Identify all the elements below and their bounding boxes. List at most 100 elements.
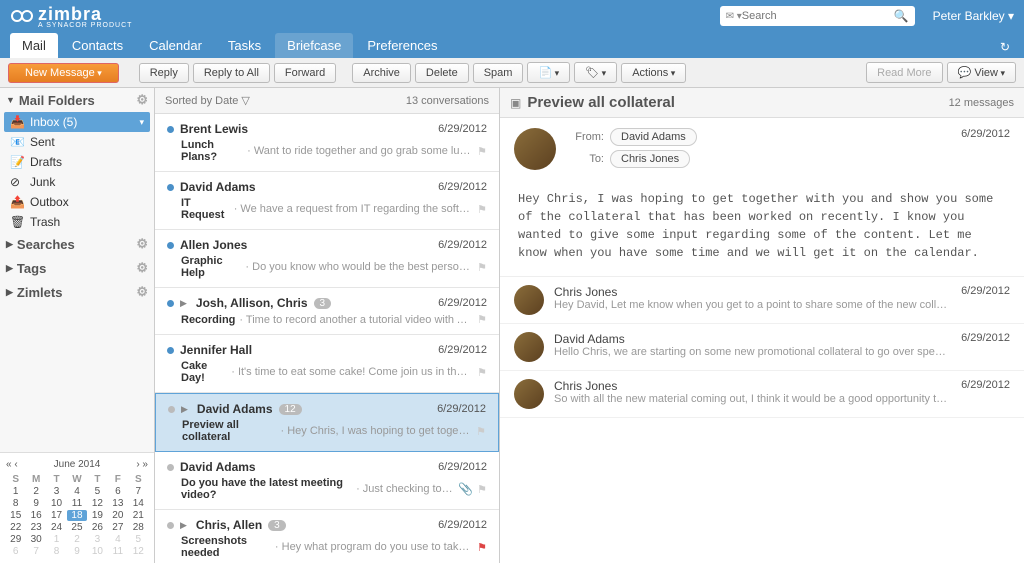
cal-day[interactable]: 30 (26, 534, 45, 545)
flag-icon[interactable]: ⚑ (477, 203, 487, 216)
search-box[interactable]: ✉ ▾ 🔍 (720, 6, 915, 26)
sidebar-folder-inbox[interactable]: 📥Inbox (5)▾ (4, 112, 150, 132)
cal-day[interactable]: 4 (67, 486, 86, 497)
cal-day[interactable]: 15 (6, 510, 25, 521)
search-icon[interactable]: 🔍 (894, 9, 909, 23)
tab-mail[interactable]: Mail (10, 33, 58, 58)
gear-icon[interactable]: ⚙ (136, 284, 148, 300)
delete-button[interactable]: Delete (415, 63, 469, 83)
flag-icon[interactable]: ⚑ (477, 483, 487, 496)
tab-contacts[interactable]: Contacts (60, 33, 135, 58)
cal-day[interactable]: 4 (108, 534, 127, 545)
expand-toggle-icon[interactable]: ▣ (510, 96, 521, 110)
cal-day[interactable]: 26 (88, 522, 107, 533)
actions-button[interactable]: Actions (621, 63, 686, 83)
refresh-icon[interactable]: ↻ (996, 36, 1014, 58)
cal-day[interactable]: 6 (6, 546, 25, 557)
from-chip[interactable]: David Adams (610, 128, 697, 146)
tab-calendar[interactable]: Calendar (137, 33, 214, 58)
thread-item[interactable]: Chris Jones So with all the new material… (500, 371, 1024, 418)
cal-day[interactable]: 25 (67, 522, 86, 533)
read-more-button[interactable]: Read More (866, 62, 942, 83)
thread-item[interactable]: David Adams Hello Chris, we are starting… (500, 324, 1024, 371)
new-message-button[interactable]: New Message (8, 63, 119, 83)
flag-icon[interactable]: ⚑ (476, 425, 486, 438)
cal-day[interactable]: 22 (6, 522, 25, 533)
sidebar-section[interactable]: ▶Tags⚙ (0, 256, 154, 280)
spam-button[interactable]: Spam (473, 63, 524, 83)
tag-button[interactable]: 🏷 (574, 62, 617, 83)
thread-item[interactable]: Chris Jones Hey David, Let me know when … (500, 277, 1024, 324)
cal-day[interactable]: 11 (67, 498, 86, 509)
flag-icon[interactable]: ⚑ (477, 313, 487, 326)
cal-day[interactable]: 3 (88, 534, 107, 545)
cal-day[interactable]: 12 (129, 546, 148, 557)
cal-day[interactable]: 9 (26, 498, 45, 509)
gear-icon[interactable]: ⚙ (136, 92, 148, 108)
cal-day[interactable]: 5 (88, 486, 107, 497)
flag-icon[interactable]: ⚑ (477, 366, 487, 379)
cal-day[interactable]: 9 (67, 546, 86, 557)
cal-day[interactable]: 2 (26, 486, 45, 497)
cal-day[interactable]: 29 (6, 534, 25, 545)
sidebar-folder-sent[interactable]: 📧Sent (4, 132, 150, 152)
cal-day[interactable]: 8 (6, 498, 25, 509)
cal-day[interactable]: 21 (129, 510, 148, 521)
sidebar-folder-drafts[interactable]: 📝Drafts (4, 152, 150, 172)
mail-folders-header[interactable]: ▼ Mail Folders ⚙ (0, 88, 154, 112)
chevron-right-icon[interactable]: ▶ (180, 520, 187, 531)
cal-day[interactable]: 18 (67, 510, 86, 521)
cal-day[interactable]: 7 (129, 486, 148, 497)
flag-icon[interactable]: ⚑ (477, 145, 487, 158)
sort-by[interactable]: Sorted by Date ▽ (165, 94, 250, 107)
user-menu[interactable]: Peter Barkley ▾ (925, 9, 1014, 23)
cal-day[interactable]: 5 (129, 534, 148, 545)
sidebar-folder-outbox[interactable]: 📤Outbox (4, 192, 150, 212)
sidebar-section[interactable]: ▶Zimlets⚙ (0, 280, 154, 304)
cal-day[interactable]: 13 (108, 498, 127, 509)
conversation-item[interactable]: ▶ Chris, Allen 3 6/29/2012 Screenshots n… (155, 510, 499, 563)
flag-icon[interactable]: ⚑ (477, 261, 487, 274)
cal-day[interactable]: 7 (26, 546, 45, 557)
reply-button[interactable]: Reply (139, 63, 189, 83)
cal-day[interactable]: 23 (26, 522, 45, 533)
conversation-item[interactable]: ▶ David Adams 12 6/29/2012 Preview all c… (155, 393, 499, 452)
cal-day[interactable]: 11 (108, 546, 127, 557)
flag-icon[interactable]: ⚑ (477, 541, 487, 554)
cal-day[interactable]: 1 (6, 486, 25, 497)
cal-day[interactable]: 17 (47, 510, 66, 521)
chevron-right-icon[interactable]: ▶ (180, 298, 187, 309)
cal-prev-icons[interactable]: « ‹ (6, 459, 18, 470)
conversation-item[interactable]: Brent Lewis 6/29/2012 Lunch Plans? · Wan… (155, 114, 499, 172)
view-button[interactable]: 💬 View (947, 62, 1016, 83)
cal-day[interactable]: 20 (108, 510, 127, 521)
tab-preferences[interactable]: Preferences (355, 33, 449, 58)
conversation-item[interactable]: Allen Jones 6/29/2012 Graphic Help · Do … (155, 230, 499, 288)
cal-day[interactable]: 6 (108, 486, 127, 497)
folder-move-button[interactable]: 📄 (527, 62, 570, 83)
archive-button[interactable]: Archive (352, 63, 411, 83)
chevron-right-icon[interactable]: ▶ (181, 404, 188, 415)
gear-icon[interactable]: ⚙ (136, 236, 148, 252)
sidebar-folder-junk[interactable]: ⊘Junk (4, 172, 150, 192)
tab-briefcase[interactable]: Briefcase (275, 33, 353, 58)
cal-day[interactable]: 14 (129, 498, 148, 509)
search-input[interactable] (742, 10, 894, 22)
cal-day[interactable]: 3 (47, 486, 66, 497)
cal-day[interactable]: 24 (47, 522, 66, 533)
conversation-item[interactable]: David Adams 6/29/2012 IT Request · We ha… (155, 172, 499, 230)
cal-day[interactable]: 2 (67, 534, 86, 545)
reply-all-button[interactable]: Reply to All (193, 63, 270, 83)
cal-day[interactable]: 10 (47, 498, 66, 509)
cal-day[interactable]: 10 (88, 546, 107, 557)
tab-tasks[interactable]: Tasks (216, 33, 273, 58)
conversation-item[interactable]: David Adams 6/29/2012 Do you have the la… (155, 452, 499, 510)
conversation-item[interactable]: Jennifer Hall 6/29/2012 Cake Day! · It's… (155, 335, 499, 393)
cal-day[interactable]: 19 (88, 510, 107, 521)
sidebar-section[interactable]: ▶Searches⚙ (0, 232, 154, 256)
cal-day[interactable]: 16 (26, 510, 45, 521)
cal-day[interactable]: 1 (47, 534, 66, 545)
sidebar-folder-trash[interactable]: 🗑Trash (4, 212, 150, 232)
gear-icon[interactable]: ⚙ (136, 260, 148, 276)
cal-day[interactable]: 12 (88, 498, 107, 509)
